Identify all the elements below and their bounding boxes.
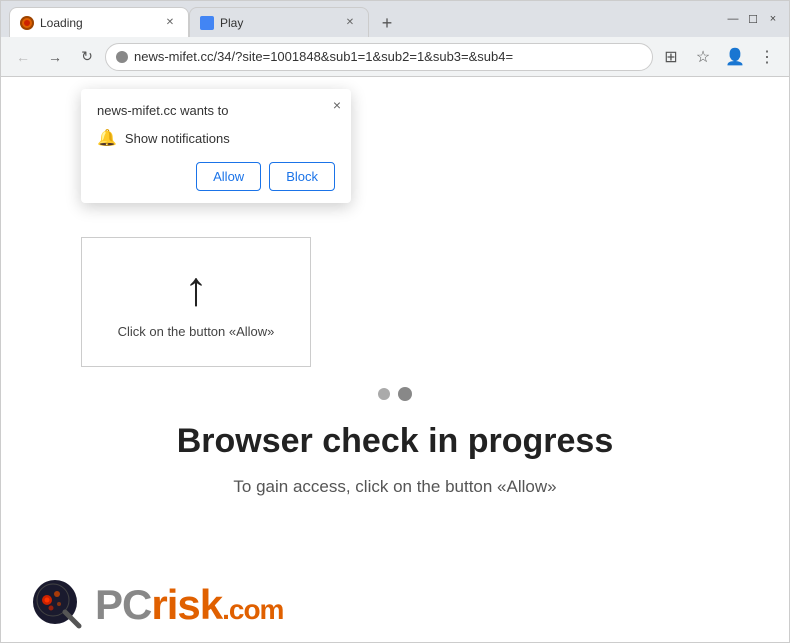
popup-buttons: Allow Block bbox=[97, 162, 335, 191]
tab-play[interactable]: Play ✕ bbox=[189, 7, 369, 37]
arrow-icon: ↑ bbox=[184, 266, 208, 314]
url-bar[interactable]: news-mifet.cc/34/?site=1001848&sub1=1&su… bbox=[105, 43, 653, 71]
tab-play-favicon bbox=[200, 16, 214, 30]
main-heading: Browser check in progress bbox=[177, 422, 614, 461]
tab-loading-close[interactable]: ✕ bbox=[162, 15, 178, 31]
new-tab-button[interactable]: + bbox=[373, 9, 401, 37]
pcrisk-text: PCrisk.com bbox=[95, 581, 283, 629]
toolbar-icons: ⊞ ☆ 👤 ⋮ bbox=[657, 43, 781, 71]
popup-notification-row: 🔔 Show notifications bbox=[97, 128, 335, 148]
pc-text: PC bbox=[95, 581, 151, 628]
title-bar: Loading ✕ Play ✕ + — ☐ × bbox=[1, 1, 789, 37]
tab-loading-favicon bbox=[20, 16, 34, 30]
tab-play-close[interactable]: ✕ bbox=[342, 15, 358, 31]
browser-window: Loading ✕ Play ✕ + — ☐ × ← → ↻ news-mife… bbox=[0, 0, 790, 643]
tab-loading[interactable]: Loading ✕ bbox=[9, 7, 189, 37]
notification-popup: × news-mifet.cc wants to 🔔 Show notifica… bbox=[81, 89, 351, 203]
profile-icon[interactable]: 👤 bbox=[721, 43, 749, 71]
arrow-label: Click on the button «Allow» bbox=[118, 324, 275, 339]
popup-title: news-mifet.cc wants to bbox=[97, 103, 335, 118]
window-controls: — ☐ × bbox=[725, 11, 781, 27]
pcrisk-logo-icon bbox=[31, 578, 85, 632]
bookmark-icon[interactable]: ☆ bbox=[689, 43, 717, 71]
tabs-area: Loading ✕ Play ✕ + bbox=[9, 1, 717, 37]
risk-text: risk bbox=[151, 581, 222, 628]
popup-notification-text: Show notifications bbox=[125, 131, 230, 146]
menu-icon[interactable]: ⋮ bbox=[753, 43, 781, 71]
com-text: .com bbox=[222, 594, 283, 625]
dot-2 bbox=[398, 387, 412, 401]
grid-icon[interactable]: ⊞ bbox=[657, 43, 685, 71]
tab-play-title: Play bbox=[220, 16, 336, 30]
bell-icon: 🔔 bbox=[97, 128, 117, 148]
url-text: news-mifet.cc/34/?site=1001848&sub1=1&su… bbox=[134, 49, 513, 64]
arrow-box: ↑ Click on the button «Allow» bbox=[81, 237, 311, 367]
dot-1 bbox=[378, 388, 390, 400]
minimize-button[interactable]: — bbox=[725, 11, 741, 27]
sub-heading: To gain access, click on the button «All… bbox=[233, 477, 556, 497]
address-bar: ← → ↻ news-mifet.cc/34/?site=1001848&sub… bbox=[1, 37, 789, 77]
security-icon bbox=[116, 51, 128, 63]
page-content: × news-mifet.cc wants to 🔔 Show notifica… bbox=[1, 77, 789, 642]
close-button[interactable]: × bbox=[765, 11, 781, 27]
back-button[interactable]: ← bbox=[9, 43, 37, 71]
dots-container bbox=[378, 387, 412, 401]
maximize-button[interactable]: ☐ bbox=[745, 11, 761, 27]
forward-button[interactable]: → bbox=[41, 43, 69, 71]
tab-loading-title: Loading bbox=[40, 16, 156, 30]
allow-button[interactable]: Allow bbox=[196, 162, 261, 191]
popup-close-button[interactable]: × bbox=[333, 97, 341, 113]
pcrisk-logo: PCrisk.com bbox=[31, 578, 283, 632]
refresh-button[interactable]: ↻ bbox=[73, 43, 101, 71]
block-button[interactable]: Block bbox=[269, 162, 335, 191]
